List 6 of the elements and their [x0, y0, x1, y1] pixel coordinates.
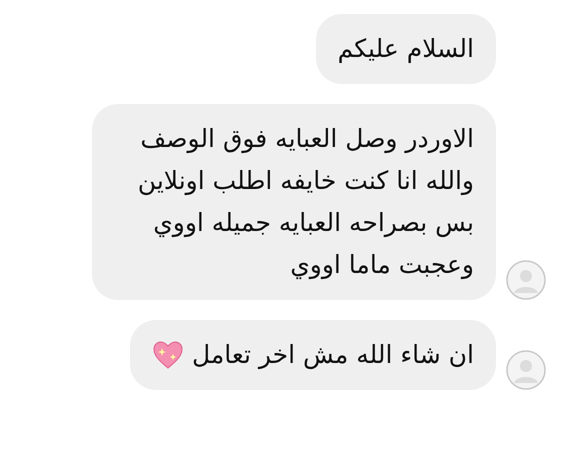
avatar-icon: [506, 350, 546, 390]
message-text: السلام عليكم: [338, 33, 474, 65]
message-text: الاوردر وصل العبايه فوق الوصف والله انا كنت خايفه اطلب اونلاين بس بصراحه العبايه جميله اووي وعجبت ماما اووي: [136, 123, 474, 282]
sparkling-heart-icon: [152, 340, 184, 370]
avatar-icon: [506, 260, 546, 300]
message-text: ان شاء الله مش اخر تعامل: [192, 339, 474, 372]
